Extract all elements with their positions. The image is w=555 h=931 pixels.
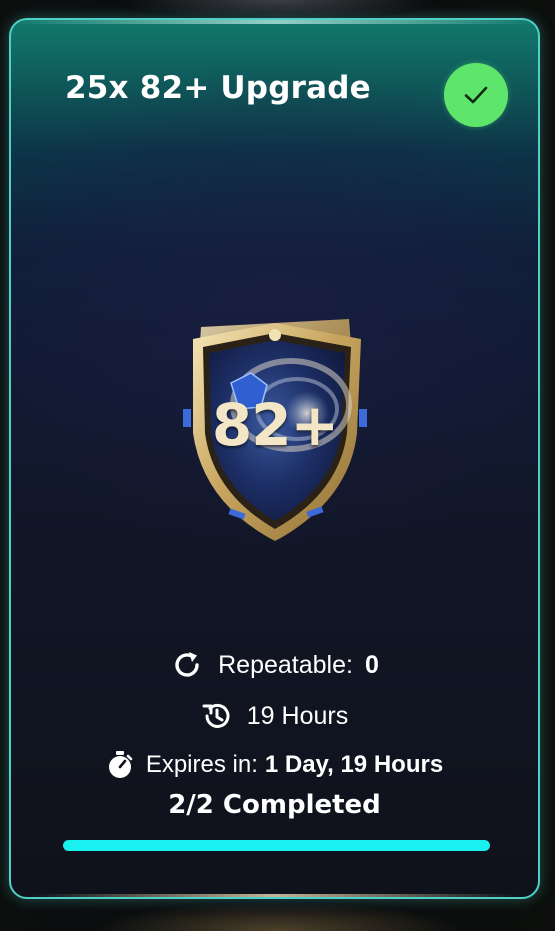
pack-rating-label: 82+ (211, 391, 339, 459)
repeatable-value: 0 (364, 650, 379, 679)
cooldown-text: 19 Hours (246, 701, 349, 730)
history-icon (201, 700, 233, 732)
completion-progress-bar (63, 840, 490, 851)
pack-shield-image: 82+ (179, 313, 371, 545)
cooldown-row: 19 Hours (11, 700, 538, 732)
expiry-value: 1 Day, 19 Hours (264, 751, 444, 778)
objective-card[interactable]: 25x 82+ Upgrade 82+ Repeatable: 0 19 Hou… (9, 18, 540, 899)
completed-check-icon (444, 63, 508, 127)
completion-text: 2/2 Completed (168, 790, 381, 820)
progress-fill (63, 840, 490, 851)
card-bottom-glow (31, 894, 518, 897)
stopwatch-icon (106, 750, 134, 780)
check-icon (464, 86, 488, 104)
repeatable-label: Repeatable: (218, 650, 353, 679)
expiry-label: Expires in: (145, 751, 258, 778)
repeatable-row: Repeatable: 0 (11, 648, 538, 682)
expiry-row: Expires in: 1 Day, 19 Hours (11, 750, 538, 780)
screen: 25x 82+ Upgrade 82+ Repeatable: 0 19 Hou… (0, 0, 555, 931)
objective-title: 25x 82+ Upgrade (65, 70, 371, 106)
card-top-glow (11, 20, 538, 24)
refresh-icon (170, 648, 204, 682)
